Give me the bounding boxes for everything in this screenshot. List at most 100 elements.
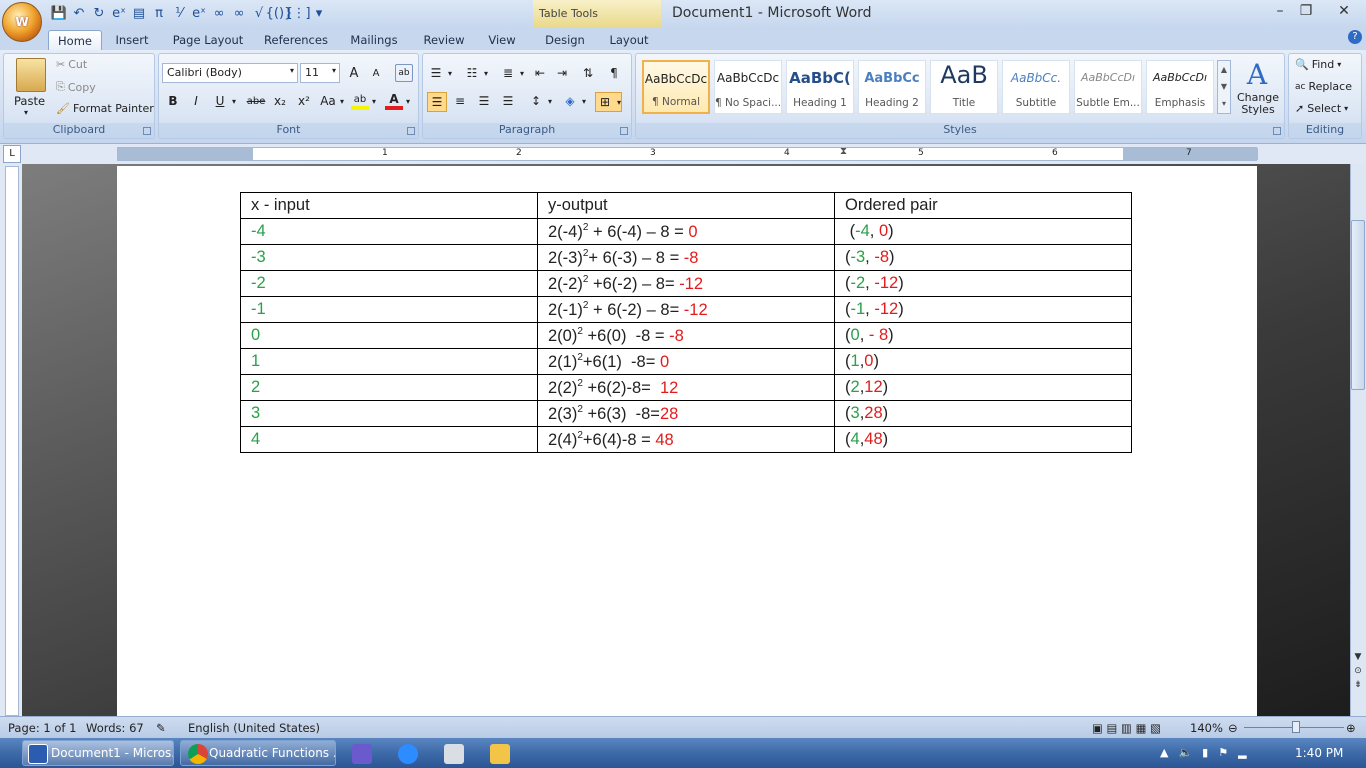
- x-input-cell[interactable]: 3: [240, 400, 538, 427]
- find-button[interactable]: 🔍 Find ▾: [1295, 58, 1341, 71]
- font-color-button[interactable]: A ▾: [385, 92, 410, 110]
- undo-icon[interactable]: ↶: [70, 4, 88, 22]
- indent-marker-icon[interactable]: ⧗: [840, 146, 850, 162]
- multilevel-list-button[interactable]: ≣ ▾: [499, 64, 524, 82]
- y-output-cell[interactable]: 2(-4)2 + 6(-4) – 8 = 0: [537, 218, 835, 245]
- borders-button[interactable]: ⊞ ▾: [595, 92, 623, 112]
- borders-dropdown-icon[interactable]: ▾: [617, 98, 621, 107]
- select-button[interactable]: ➚ Select ▾: [1295, 102, 1348, 115]
- infinity-icon[interactable]: ∞: [210, 4, 228, 22]
- ordered-pair-cell[interactable]: (-4, 0): [834, 218, 1132, 245]
- zoom-in-icon[interactable]: ⊕: [1346, 721, 1356, 735]
- align-left-button[interactable]: ☰: [427, 92, 447, 112]
- page-nav-buttons[interactable]: ▼ ⊙ ⇟: [1352, 650, 1364, 692]
- x-input-cell[interactable]: -3: [240, 244, 538, 271]
- y-output-cell[interactable]: 2(2)2 +6(2)-8= 12: [537, 374, 835, 401]
- system-tray-icons[interactable]: ▲🔈▮⚑▂: [1160, 746, 1257, 759]
- help-icon[interactable]: ?: [1348, 30, 1362, 44]
- styles-scroll[interactable]: ▲ ▼ ▾: [1217, 60, 1231, 114]
- ordered-pair-cell[interactable]: (-3, -8): [834, 244, 1132, 271]
- font-name-dropdown-icon[interactable]: ▾: [290, 66, 294, 75]
- minimize-button[interactable]: –: [1266, 0, 1294, 22]
- font-size-combo[interactable]: 11 ▾: [300, 63, 340, 83]
- styles-launcher-icon[interactable]: [1273, 127, 1281, 135]
- y-output-cell[interactable]: 2(-3)2+ 6(-3) – 8 = -8: [537, 244, 835, 271]
- sort-button[interactable]: ⇅: [579, 64, 597, 82]
- paint-app-icon[interactable]: [352, 744, 372, 764]
- bracket-icon[interactable]: {()}: [266, 4, 293, 22]
- table-header-cell[interactable]: y-output: [537, 192, 835, 219]
- customize-qat-icon[interactable]: ▾: [310, 4, 328, 22]
- shading-dropdown-icon[interactable]: ▾: [582, 97, 586, 106]
- style-no-spacing[interactable]: AaBbCcDc ¶ No Spaci...: [714, 60, 782, 114]
- italic-button[interactable]: I: [187, 92, 205, 110]
- fraction-icon[interactable]: ⅟: [170, 4, 188, 22]
- x-input-cell[interactable]: -2: [240, 270, 538, 297]
- office-button[interactable]: W: [2, 2, 42, 42]
- font-name-combo[interactable]: Calibri (Body) ▾: [162, 63, 298, 83]
- style-title[interactable]: AaB Title: [930, 60, 998, 114]
- clipboard-launcher-icon[interactable]: [143, 127, 151, 135]
- x-input-cell[interactable]: 1: [240, 348, 538, 375]
- subscript-button[interactable]: x₂: [271, 92, 289, 110]
- highlight-button[interactable]: ab ▾: [351, 92, 376, 110]
- format-painter-button[interactable]: 🖌 Format Painter: [56, 102, 154, 115]
- style-heading-2[interactable]: AaBbCc Heading 2: [858, 60, 926, 114]
- font-color-dropdown-icon[interactable]: ▾: [406, 97, 410, 106]
- infinity-box-icon[interactable]: ∞: [230, 4, 248, 22]
- matrix-icon[interactable]: [⋮]: [287, 4, 310, 22]
- change-case-dropdown-icon[interactable]: ▾: [340, 97, 344, 106]
- align-right-button[interactable]: ☰: [475, 92, 493, 110]
- horizontal-ruler[interactable]: 1 2 3 4 5 6 7 ⧗: [117, 146, 1258, 162]
- highlight-dropdown-icon[interactable]: ▾: [372, 97, 376, 106]
- font-size-dropdown-icon[interactable]: ▾: [332, 66, 336, 75]
- view-buttons[interactable]: ▣ ▤ ▥ ▦ ▧: [1092, 721, 1161, 735]
- superscript-button[interactable]: x²: [295, 92, 313, 110]
- bullets-button[interactable]: ☰ ▾: [427, 64, 452, 82]
- paste-dropdown-icon[interactable]: ▾: [24, 108, 28, 117]
- select-dropdown-icon[interactable]: ▾: [1344, 104, 1348, 113]
- change-styles-button[interactable]: Change Styles: [1234, 92, 1282, 116]
- ordered-pair-cell[interactable]: (0, - 8): [834, 322, 1132, 349]
- y-output-cell[interactable]: 2(-2)2 +6(-2) – 8= -12: [537, 270, 835, 297]
- tab-review[interactable]: Review: [418, 30, 470, 50]
- tab-selector[interactable]: L: [3, 145, 21, 163]
- justify-button[interactable]: ☰: [499, 92, 517, 110]
- redo-icon[interactable]: ↻: [90, 4, 108, 22]
- x-input-cell[interactable]: 2: [240, 374, 538, 401]
- x-input-cell[interactable]: -4: [240, 218, 538, 245]
- zoom-level[interactable]: 140%: [1190, 721, 1223, 735]
- clear-formatting-button[interactable]: ab: [395, 64, 413, 82]
- ordered-pair-cell[interactable]: (-2, -12): [834, 270, 1132, 297]
- bold-button[interactable]: B: [164, 92, 182, 110]
- x-input-cell[interactable]: -1: [240, 296, 538, 323]
- change-case-button[interactable]: Aa ▾: [319, 92, 344, 110]
- bullets-dropdown-icon[interactable]: ▾: [448, 69, 452, 78]
- grow-font-button[interactable]: A: [345, 64, 363, 82]
- page-count[interactable]: Page: 1 of 1: [8, 721, 76, 735]
- numbering-dropdown-icon[interactable]: ▾: [484, 69, 488, 78]
- font-launcher-icon[interactable]: [407, 127, 415, 135]
- show-marks-button[interactable]: ¶: [605, 64, 623, 82]
- tab-insert[interactable]: Insert: [110, 30, 154, 50]
- tab-design[interactable]: Design: [538, 30, 592, 50]
- line-spacing-button[interactable]: ↕ ▾: [527, 92, 552, 110]
- ordered-pair-cell[interactable]: (-1, -12): [834, 296, 1132, 323]
- equation-e-icon[interactable]: eˣ: [110, 4, 128, 22]
- multilevel-dropdown-icon[interactable]: ▾: [520, 69, 524, 78]
- strikethrough-button[interactable]: abe: [247, 92, 266, 110]
- vertical-ruler[interactable]: [5, 166, 19, 716]
- y-output-cell[interactable]: 2(1)2+6(1) -8= 0: [537, 348, 835, 375]
- style-heading-1[interactable]: AaBbC(Heading 1: [786, 60, 854, 114]
- find-dropdown-icon[interactable]: ▾: [1337, 60, 1341, 69]
- textbox-icon[interactable]: ▤: [130, 4, 148, 22]
- style-normal[interactable]: AaBbCcDc ¶ Normal: [642, 60, 710, 114]
- change-styles-icon[interactable]: A: [1240, 58, 1274, 91]
- line-spacing-dropdown-icon[interactable]: ▾: [548, 97, 552, 106]
- data-table[interactable]: x - input y-output Ordered pair -4 2(-4)2…: [240, 192, 1132, 453]
- style-subtle-emphasis[interactable]: AaBbCcDı Subtle Em...: [1074, 60, 1142, 114]
- copy-button[interactable]: ⎘ Copy: [56, 80, 96, 94]
- x-input-cell[interactable]: 4: [240, 426, 538, 453]
- save-icon[interactable]: 💾: [50, 4, 68, 22]
- y-output-cell[interactable]: 2(4)2+6(4)-8 = 48: [537, 426, 835, 453]
